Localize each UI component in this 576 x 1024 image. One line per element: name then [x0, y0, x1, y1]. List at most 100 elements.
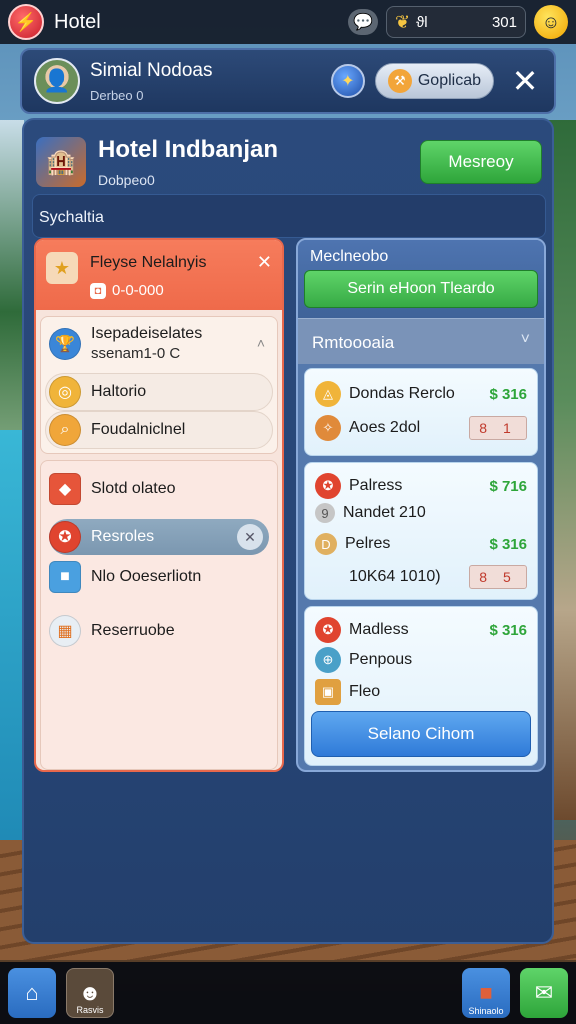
- happiness-icon[interactable]: ☺: [534, 5, 568, 39]
- card-row-price: $ 316: [489, 621, 527, 639]
- card-row[interactable]: ⊕ Penpous: [315, 647, 527, 673]
- hotel-action-button[interactable]: Mesreoy: [420, 140, 542, 184]
- right-header: Meclneobo Serin eHoon Tleardo: [298, 240, 544, 318]
- notification-sub: ◘ 0-0-000: [90, 282, 164, 299]
- close-icon[interactable]: ✕: [508, 63, 542, 99]
- card-row[interactable]: ✧ Aoes 2dol 8 1: [315, 415, 527, 441]
- coin-icon: D: [315, 533, 337, 555]
- list-item[interactable]: ◎ Haltorio: [49, 376, 146, 408]
- cart-icon: ⊕: [315, 647, 341, 673]
- globe-icon[interactable]: ✦: [330, 64, 365, 98]
- hotel-name: Hotel Indbanjan: [98, 136, 278, 163]
- section-label: Sychaltia: [39, 209, 104, 226]
- list-item[interactable]: ⌕ Foudalniclnel: [49, 414, 185, 446]
- card-row-label: Penpous: [349, 651, 413, 668]
- hammer-icon: ⚒: [387, 69, 412, 93]
- room-card-3: ✪ Madless $ 316 ⊕ Penpous ▣ Fleo Selano …: [304, 606, 538, 766]
- card-row[interactable]: ▣ Fleo: [315, 679, 527, 705]
- app-title: Hotel: [54, 10, 101, 33]
- app-logo-icon[interactable]: ⚡: [8, 4, 44, 40]
- hotel-panel: 🏨 Hotel Indbanjan Dobpeo0 Mesreoy Sychal…: [22, 118, 554, 944]
- right-dropdown[interactable]: Rmtoooaia ˅: [298, 318, 544, 364]
- cube-icon: ■: [49, 561, 81, 593]
- card-row-label: 10K64 1010): [349, 568, 441, 585]
- home-button[interactable]: ⌂: [8, 968, 56, 1018]
- list-item-label: Isepadeiselates: [91, 325, 203, 342]
- card-row[interactable]: ✪ Madless $ 316: [315, 617, 527, 643]
- card-row-label: Madless: [349, 621, 409, 638]
- kite-icon: ◆: [49, 473, 81, 505]
- section-header: Sychaltia: [32, 194, 546, 238]
- currency-value: 301: [491, 13, 517, 31]
- card-row-price: $ 316: [489, 385, 527, 403]
- remove-icon[interactable]: ✕: [237, 524, 263, 550]
- chevron-down-icon[interactable]: ˅: [521, 331, 530, 349]
- sandwich-icon: ◬: [315, 381, 341, 407]
- avatar[interactable]: 👤: [34, 58, 80, 104]
- list-item-selected[interactable]: ✪ Resroles: [49, 521, 154, 553]
- list-item[interactable]: ▦ Reserruobe: [49, 615, 175, 647]
- goplicab-button[interactable]: ⚒ Goplicab: [374, 63, 494, 99]
- right-green-button[interactable]: Serin eHoon Tleardo: [304, 270, 538, 308]
- shop-button-label: Shinaolo: [468, 1006, 504, 1016]
- background-palms-left: [0, 120, 24, 440]
- profile-texts: Simial Nodoas Derbeo 0: [90, 60, 213, 103]
- select-room-button[interactable]: Selano Cihom: [311, 711, 531, 757]
- quantity-box[interactable]: 8 1: [469, 416, 527, 440]
- notification-close-icon[interactable]: ✕: [257, 252, 272, 273]
- avatar-button-label: Rasvis: [76, 1005, 104, 1015]
- hotel-texts: Hotel Indbanjan Dobpeo0: [98, 136, 278, 188]
- card-row[interactable]: 10K64 1010) 8 5: [315, 565, 527, 589]
- card-row-label: Palress: [349, 477, 403, 494]
- list-item-label: Nlo Ooeserliotn: [91, 568, 202, 585]
- list-item-label: Foudalniclnel: [91, 421, 186, 438]
- dropdown-label: Rmtoooaia: [312, 333, 395, 352]
- currency-display[interactable]: ❦ ϑl 301: [386, 6, 526, 38]
- chevron-up-icon[interactable]: ˄: [257, 335, 265, 351]
- card-row-label: Fleo: [349, 683, 381, 700]
- left-column: ★ Fleyse Nelalnyis ✕ ◘ 0-0-000 🏆 Isepade…: [34, 238, 284, 772]
- message-icon: ✉: [534, 980, 554, 1005]
- hotel-sub: Dobpeo0: [98, 172, 155, 188]
- list-item-label: Haltorio: [91, 383, 147, 400]
- top-status-bar: ⚡ Hotel 💬 ❦ ϑl 301 ☺: [0, 0, 576, 44]
- list-item-label: Resroles: [91, 528, 155, 545]
- card-row[interactable]: D Pelres $ 316: [315, 533, 527, 555]
- card-row[interactable]: 9 Nandet 210: [315, 503, 527, 523]
- profile-name: Simial Nodoas: [90, 59, 213, 81]
- card-row-price: $ 316: [489, 535, 527, 553]
- notification-sub-text: 0-0-000: [112, 282, 164, 299]
- right-title: Meclneobo: [310, 248, 389, 265]
- trophy-icon: 🏆: [49, 327, 81, 360]
- card-row-label: Pelres: [345, 535, 391, 552]
- card-row[interactable]: ✪ Palress $ 716: [315, 473, 527, 499]
- star-icon: ★: [46, 252, 78, 284]
- home-icon: ⌂: [25, 980, 39, 1005]
- avatar-button[interactable]: ☻ Rasvis: [66, 968, 114, 1018]
- profile-sub: Derbeo 0: [90, 87, 144, 103]
- coin-icon: 9: [315, 503, 335, 523]
- card-row-price: $ 716: [489, 477, 527, 495]
- box-icon: ▣: [315, 679, 341, 705]
- hotel-building-icon: 🏨: [36, 137, 86, 187]
- notification-card[interactable]: ★ Fleyse Nelalnyis ✕ ◘ 0-0-000: [36, 240, 282, 310]
- goplicab-label: Goplicab: [417, 72, 481, 89]
- bottom-bar: ⌂ ☻ Rasvis ■ Shinaolo ✉: [0, 962, 576, 1024]
- chat-icon[interactable]: 💬: [348, 9, 378, 35]
- hotel-header: 🏨 Hotel Indbanjan Dobpeo0 Mesreoy: [36, 132, 542, 192]
- list-item-label: Slotd olateo: [91, 480, 176, 497]
- magnifier-icon: ⌕: [49, 414, 81, 446]
- list-item[interactable]: ■ Nlo Ooeserliotn: [49, 561, 201, 593]
- list-item[interactable]: 🏆 Isepadeiselates ssenam1-0 C: [49, 325, 202, 362]
- left-group-a: 🏆 Isepadeiselates ssenam1-0 C ˄ ◎ Haltor…: [40, 316, 278, 454]
- shop-button[interactable]: ■ Shinaolo: [462, 968, 510, 1018]
- card-row-label: Nandet 210: [343, 504, 426, 521]
- quantity-box[interactable]: 8 5: [469, 565, 527, 589]
- list-item-text: Isepadeiselates ssenam1-0 C: [91, 325, 202, 362]
- badge-icon: ✪: [315, 617, 341, 643]
- card-row-label: Dondas Rerclo: [349, 385, 455, 402]
- chat-button[interactable]: ✉: [520, 968, 568, 1018]
- top-right-group: 💬 ❦ ϑl 301 ☺: [348, 5, 568, 39]
- list-item[interactable]: ◆ Slotd olateo: [49, 473, 176, 505]
- card-row[interactable]: ◬ Dondas Rerclo $ 316: [315, 381, 527, 407]
